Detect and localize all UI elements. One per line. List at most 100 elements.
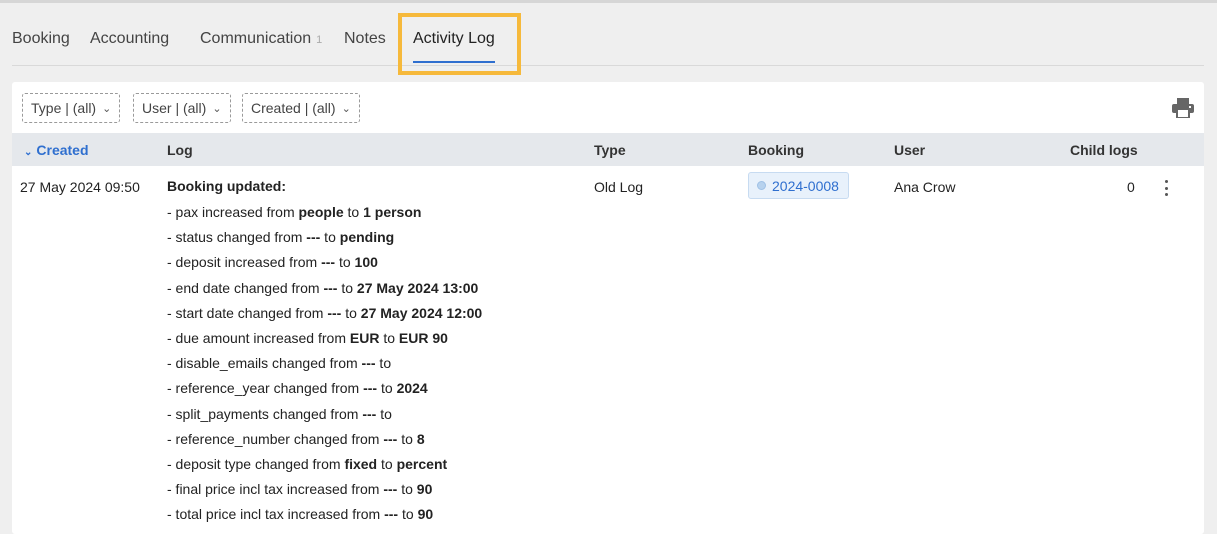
column-header-created[interactable]: ⌄ Created [24, 142, 89, 158]
log-line-prefix: - final price incl tax increased from [167, 481, 384, 498]
chevron-down-icon: ⌄ [24, 147, 33, 158]
type-filter[interactable]: Type | (all) ⌄ [22, 93, 121, 123]
log-line-mid: to [341, 304, 361, 321]
log-line-prefix: - status changed from [167, 229, 307, 246]
filter-label: User | (all) [142, 100, 207, 116]
chevron-down-icon: ⌄ [102, 102, 112, 115]
filter-label: Type | (all) [31, 100, 97, 116]
log-line: - deposit type changed from fixed to per… [167, 456, 482, 481]
log-lines: - pax increased from people to 1 person -… [167, 204, 482, 531]
log-line-from: --- [363, 380, 378, 397]
log-line-prefix: - split_payments changed from [167, 405, 363, 422]
status-dot-icon [757, 181, 766, 190]
more-vertical-icon[interactable] [1160, 180, 1172, 196]
log-line-from: --- [362, 405, 377, 422]
log-line-mid: to [397, 481, 417, 498]
chevron-down-icon: ⌄ [341, 102, 351, 115]
log-line-to: 8 [416, 430, 425, 447]
log-line-mid: to [376, 405, 392, 422]
log-line: - due amount increased from EUR to EUR 9… [167, 330, 482, 355]
created-cell: 27 May 2024 09:50 [20, 179, 140, 195]
filter-label: Created | (all) [251, 100, 336, 116]
log-line-to: 2024 [396, 380, 428, 397]
log-line-to: 90 [417, 506, 434, 523]
log-line: - disable_emails changed from --- to [167, 355, 482, 380]
log-line-prefix: - pax increased from [167, 204, 299, 220]
log-line: - start date changed from --- to 27 May … [167, 305, 482, 330]
log-line-mid: to [343, 204, 364, 220]
log-line-mid: to [335, 254, 355, 271]
log-line-to: 1 person [363, 204, 422, 220]
log-line-prefix: - start date changed from [167, 304, 328, 321]
column-header-booking: Booking [748, 142, 804, 158]
log-line-mid: to [320, 229, 340, 246]
log-line-from: people [298, 204, 344, 220]
printer-icon[interactable] [1172, 98, 1194, 118]
column-header-child-logs: Child logs [1070, 142, 1138, 158]
log-line-prefix: - reference_year changed from [167, 380, 364, 397]
log-line-to: percent [396, 455, 448, 472]
log-line: - split_payments changed from --- to [167, 406, 482, 431]
type-cell: Old Log [594, 179, 644, 195]
log-line: - reference_number changed from --- to 8 [167, 431, 482, 456]
child-logs-cell: 0 [1127, 179, 1135, 195]
log-line-prefix: - due amount increased from [167, 329, 350, 346]
log-line-mid: to [377, 455, 397, 472]
log-line: - status changed from --- to pending [167, 229, 482, 254]
log-line-from: --- [383, 481, 398, 498]
column-header-log: Log [167, 142, 193, 158]
log-line: - reference_year changed from --- to 202… [167, 380, 482, 405]
activity-log-panel: Type | (all) ⌄ User | (all) ⌄ Created | (a… [12, 82, 1204, 534]
log-line-to: 100 [354, 254, 378, 271]
log-line-prefix: - total price incl tax increased from [167, 506, 385, 523]
tab-notes[interactable]: Notes [344, 30, 386, 48]
log-title: Booking updated: [167, 178, 286, 194]
log-line-prefix: - reference_number changed from [167, 430, 384, 447]
tab-booking[interactable]: Booking [12, 30, 70, 48]
tab-communication[interactable]: Communication 1 [200, 30, 322, 48]
log-line-from: --- [327, 304, 342, 321]
log-line-prefix: - deposit increased from [167, 254, 322, 271]
log-line-mid: to [397, 430, 417, 447]
column-header-type: Type [594, 142, 626, 158]
log-line-from: --- [306, 229, 321, 246]
tab-accounting[interactable]: Accounting [90, 30, 169, 48]
log-line-from: --- [361, 355, 376, 372]
log-line-mid: to [337, 279, 357, 296]
log-line-mid: to [398, 506, 418, 523]
log-line-mid: to [379, 329, 399, 346]
log-line-to: 90 [416, 481, 433, 498]
log-line: - end date changed from --- to 27 May 20… [167, 280, 482, 305]
user-filter[interactable]: User | (all) ⌄ [133, 93, 231, 123]
created-filter[interactable]: Created | (all) ⌄ [242, 93, 360, 123]
table-row: 27 May 2024 09:50 Booking updated: - pax… [12, 166, 1204, 534]
log-line-from: --- [383, 430, 398, 447]
table-header: ⌄ Created Log Type Booking User Child log… [12, 133, 1204, 166]
chevron-down-icon: ⌄ [212, 102, 222, 115]
log-line-from: fixed [344, 455, 378, 472]
top-border [0, 0, 1217, 3]
highlight-box [398, 13, 521, 75]
log-line-mid: to [375, 355, 392, 372]
log-line-mid: to [377, 380, 397, 397]
log-line-to: 27 May 2024 13:00 [356, 279, 479, 296]
log-line-to: 27 May 2024 12:00 [360, 304, 483, 321]
log-line-prefix: - end date changed from [167, 279, 324, 296]
log-line: - total price incl tax increased from --… [167, 506, 482, 531]
booking-link[interactable]: 2024-0008 [748, 172, 849, 199]
log-line: - final price incl tax increased from --… [167, 481, 482, 506]
log-line-to: pending [339, 229, 395, 246]
log-line: - deposit increased from --- to 100 [167, 254, 482, 279]
log-line-to: EUR 90 [398, 329, 448, 346]
tab-label: Notes [344, 30, 386, 47]
log-line-from: --- [321, 254, 336, 271]
log-line-prefix: - disable_emails changed from [167, 355, 362, 372]
booking-number: 2024-0008 [772, 177, 839, 194]
log-line-from: --- [323, 279, 338, 296]
tab-count-badge: 1 [316, 34, 323, 46]
tab-label: Booking [12, 30, 70, 47]
tab-label: Accounting [90, 30, 170, 47]
tab-bar: Booking Accounting Communication 1 Notes … [12, 30, 1204, 66]
log-line-prefix: - deposit type changed from [167, 455, 345, 472]
tab-label: Communication [200, 30, 312, 47]
